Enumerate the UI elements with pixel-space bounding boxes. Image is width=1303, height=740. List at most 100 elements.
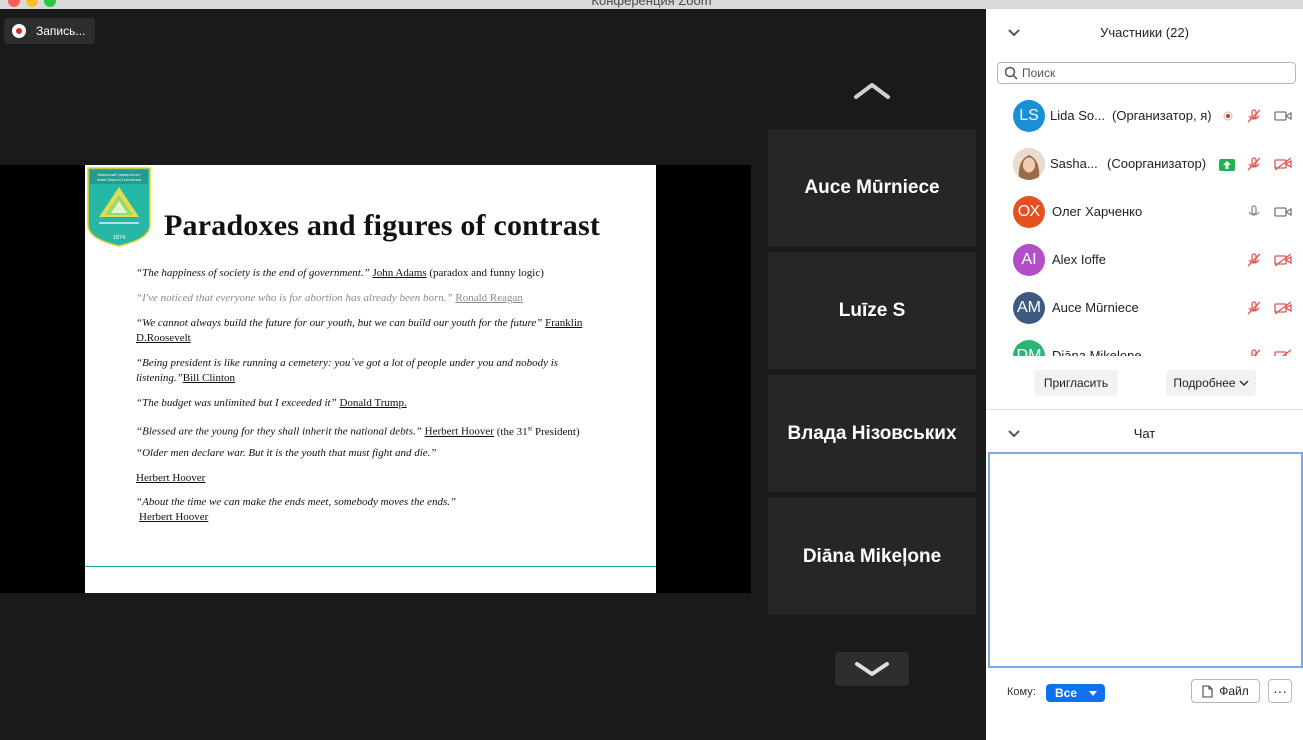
participant-name: Auce Mūrniece (1052, 300, 1139, 315)
chat-recipient-select[interactable]: Все (1046, 684, 1105, 702)
mic-muted-icon[interactable] (1245, 157, 1263, 171)
participant-name: Lida So... (1050, 108, 1105, 123)
quote-7-author: Herbert Hoover (136, 472, 206, 484)
chat-recipient-value: Все (1055, 686, 1078, 700)
logo-year: 1874 (113, 235, 126, 241)
mic-muted-icon[interactable] (1245, 301, 1263, 315)
chevron-down-icon (1239, 380, 1249, 387)
video-tile-name: Luīze S (838, 299, 906, 321)
participant-row[interactable]: DM Diāna Mikeļone (986, 334, 1303, 356)
quote-6-note-prefix: (the 31 (496, 425, 528, 438)
participant-role: (Организатор, я) (1112, 108, 1212, 123)
chat-message-input[interactable] (988, 452, 1303, 668)
participant-row[interactable]: ОХ Олег Харченко (986, 190, 1303, 238)
quote-3-text: “We cannot always build the future for o… (136, 317, 543, 329)
avatar: DM (1013, 340, 1045, 356)
file-label: Файл (1219, 684, 1249, 698)
dropdown-caret-icon (1089, 691, 1097, 696)
quote-8: “About the time we can make the ends mee… (136, 495, 606, 525)
participant-name: Олег Харченко (1052, 204, 1143, 219)
participant-role: (Соорганизатор) (1107, 156, 1207, 171)
quote-5-text: “The budget was unlimited but I exceeded… (136, 397, 337, 409)
avatar (1013, 148, 1045, 180)
quote-5-author: Donald Trump. (339, 397, 407, 409)
participant-row[interactable]: Sasha... (Соорганизатор) (986, 142, 1303, 190)
quote-5: “The budget was unlimited but I exceeded… (136, 396, 606, 411)
quote-7-text: “Older men declare war. But it is the yo… (136, 447, 437, 459)
scroll-down-button[interactable] (835, 652, 909, 686)
slide-footer-line (85, 566, 656, 567)
quote-1: “The happiness of society is the end of … (136, 266, 606, 281)
participant-name: Diāna Mikeļone (1052, 348, 1142, 356)
video-off-icon[interactable] (1274, 157, 1292, 171)
quote-2: “I've noticed that everyone who is for a… (136, 291, 606, 306)
quote-3-author-2: D.Roosevelt (136, 332, 191, 344)
chat-recipient-label: Кому: (1007, 686, 1036, 698)
quote-2-author: Ronald Reagan (455, 292, 523, 304)
quote-1-author: John Adams (372, 267, 427, 279)
quote-4-text: “Being president is like running a cemet… (136, 357, 559, 369)
video-tile[interactable]: Влада Нізовських (768, 375, 976, 492)
more-options-button[interactable]: Подробнее (1166, 370, 1256, 396)
video-off-icon[interactable] (1274, 349, 1292, 356)
recording-label: Запись... (36, 24, 86, 38)
participant-search[interactable] (997, 62, 1296, 84)
quote-7: “Older men declare war. But it is the yo… (136, 446, 606, 461)
meeting-area: Запись... Київський університет імені Бо… (0, 9, 986, 740)
recording-button[interactable]: Запись... (4, 18, 96, 44)
quote-8-text: “About the time we can make the ends mee… (136, 496, 457, 508)
avatar: LS (1013, 100, 1045, 132)
video-tile[interactable]: Diāna Mikeļone (768, 498, 976, 615)
panel-divider (986, 409, 1303, 410)
file-icon (1202, 684, 1213, 698)
quote-3: “We cannot always build the future for o… (136, 316, 606, 346)
quote-6-author: Herbert Hoover (424, 425, 494, 438)
title-bar: Конференция Zoom (0, 0, 1303, 9)
participants-title: Участники (22) (1100, 25, 1189, 40)
video-tile[interactable]: Auce Mūrniece (768, 129, 976, 246)
video-tile-name: Diāna Mikeļone (802, 545, 942, 567)
quote-4-author: Bill Clinton (182, 372, 236, 384)
avatar: AI (1013, 244, 1045, 276)
quote-6-note: (the 31st President) (496, 424, 580, 438)
participant-row[interactable]: AI Alex Ioffe (986, 238, 1303, 286)
university-logo: Київський університет імені Бориса Грінч… (87, 167, 151, 247)
avatar-photo (1013, 148, 1045, 180)
record-icon (12, 24, 26, 38)
participant-name: Sasha... (1050, 156, 1098, 171)
video-icon[interactable] (1274, 109, 1292, 123)
screen-share-icon (1219, 159, 1235, 171)
shared-screen: Київський університет імені Бориса Грінч… (0, 165, 751, 593)
participant-row[interactable]: AM Auce Mūrniece (986, 286, 1303, 334)
recording-indicator-icon (1223, 111, 1233, 121)
chat-more-button[interactable]: ··· (1268, 679, 1292, 703)
logo-text-1: Київський університет (98, 173, 141, 177)
avatar: ОХ (1013, 196, 1045, 228)
participant-row[interactable]: LS Lida So... (Организатор, я) (986, 94, 1303, 142)
zoom-window: Конференция Zoom Запись... Київський уні… (0, 0, 1303, 740)
video-tile[interactable]: Luīze S (768, 252, 976, 369)
invite-button[interactable]: Пригласить (1034, 370, 1118, 396)
side-panel: Участники (22) LS Lida So... (Организато… (986, 9, 1303, 740)
mic-muted-icon[interactable] (1245, 109, 1263, 123)
video-tile-name: Влада Нізовських (787, 422, 957, 444)
quote-2-text: “I've noticed that everyone who is for a… (136, 292, 453, 304)
video-off-icon[interactable] (1274, 301, 1292, 315)
quote-6-text: “Blessed are the young for they shall in… (136, 425, 422, 438)
video-icon[interactable] (1274, 205, 1292, 219)
chat-title: Чат (1133, 426, 1156, 441)
mic-muted-icon[interactable] (1245, 349, 1263, 356)
video-off-icon[interactable] (1274, 253, 1292, 267)
more-label: Подробнее (1173, 376, 1236, 390)
file-button[interactable]: Файл (1191, 679, 1260, 703)
search-input[interactable] (1022, 66, 1282, 80)
quote-4: “Being president is like running a cemet… (136, 356, 606, 386)
invite-label: Пригласить (1043, 376, 1109, 390)
quote-7-author-line: Herbert Hoover (136, 471, 606, 486)
scroll-up-icon[interactable] (852, 79, 892, 103)
quote-1-text: “The happiness of society is the end of … (136, 267, 370, 279)
mic-muted-icon[interactable] (1245, 253, 1263, 267)
mic-icon[interactable] (1245, 205, 1263, 219)
quote-1-note: (paradox and funny logic) (429, 267, 544, 279)
more-dots-icon: ··· (1273, 683, 1287, 699)
